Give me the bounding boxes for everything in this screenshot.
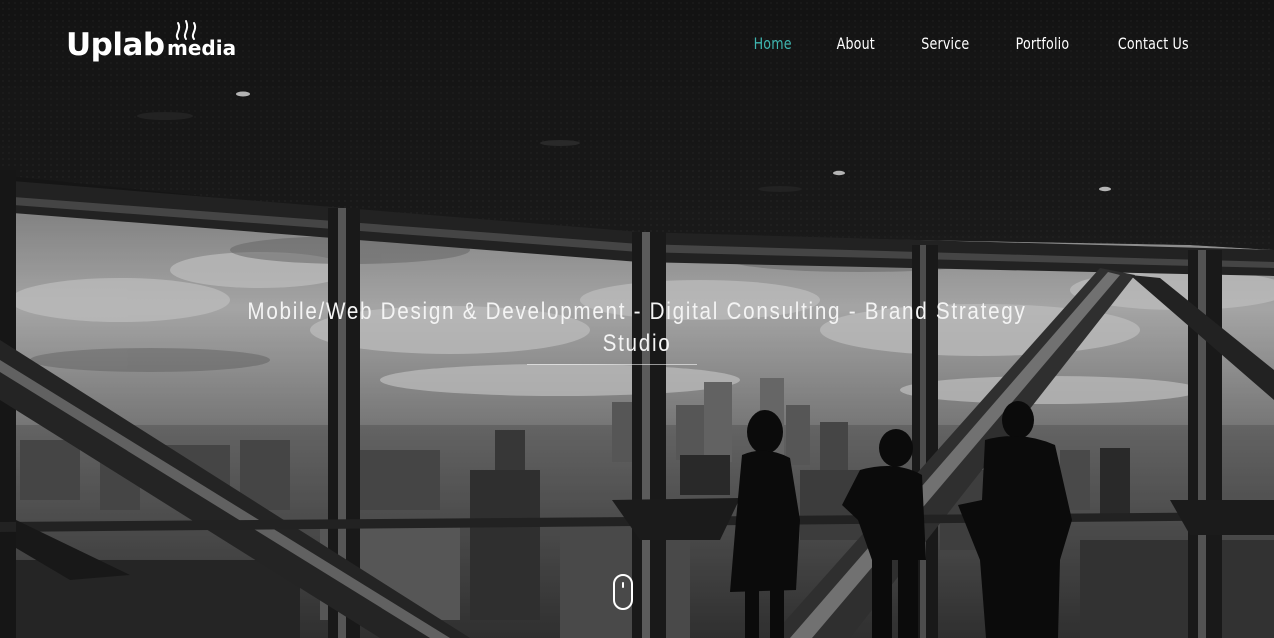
nav-item-contact-us[interactable]: Contact Us — [1118, 34, 1189, 53]
hero-headline-line2: Studio — [602, 330, 672, 358]
hero-headline: Mobile/Web Design & Development - Digita… — [0, 296, 1274, 360]
nav-item-about[interactable]: About — [837, 34, 875, 53]
mouse-scroll-icon[interactable] — [613, 574, 633, 610]
brand-subname: media — [167, 36, 237, 60]
scroll-wheel-dot — [622, 582, 624, 588]
main-navigation: Home About Service Portfolio Contact Us — [751, 34, 1194, 53]
brand-logo[interactable]: Uplab media — [66, 20, 246, 70]
hero-headline-line1: Mobile/Web Design & Development - Digita… — [247, 298, 1027, 326]
nav-item-portfolio[interactable]: Portfolio — [1016, 34, 1070, 53]
brand-name: Uplab — [66, 27, 165, 63]
headline-divider — [527, 364, 697, 365]
nav-item-service[interactable]: Service — [921, 34, 969, 53]
nav-item-home[interactable]: Home — [754, 34, 792, 53]
navbar: Uplab media Home About Service Portfolio… — [0, 0, 1274, 90]
